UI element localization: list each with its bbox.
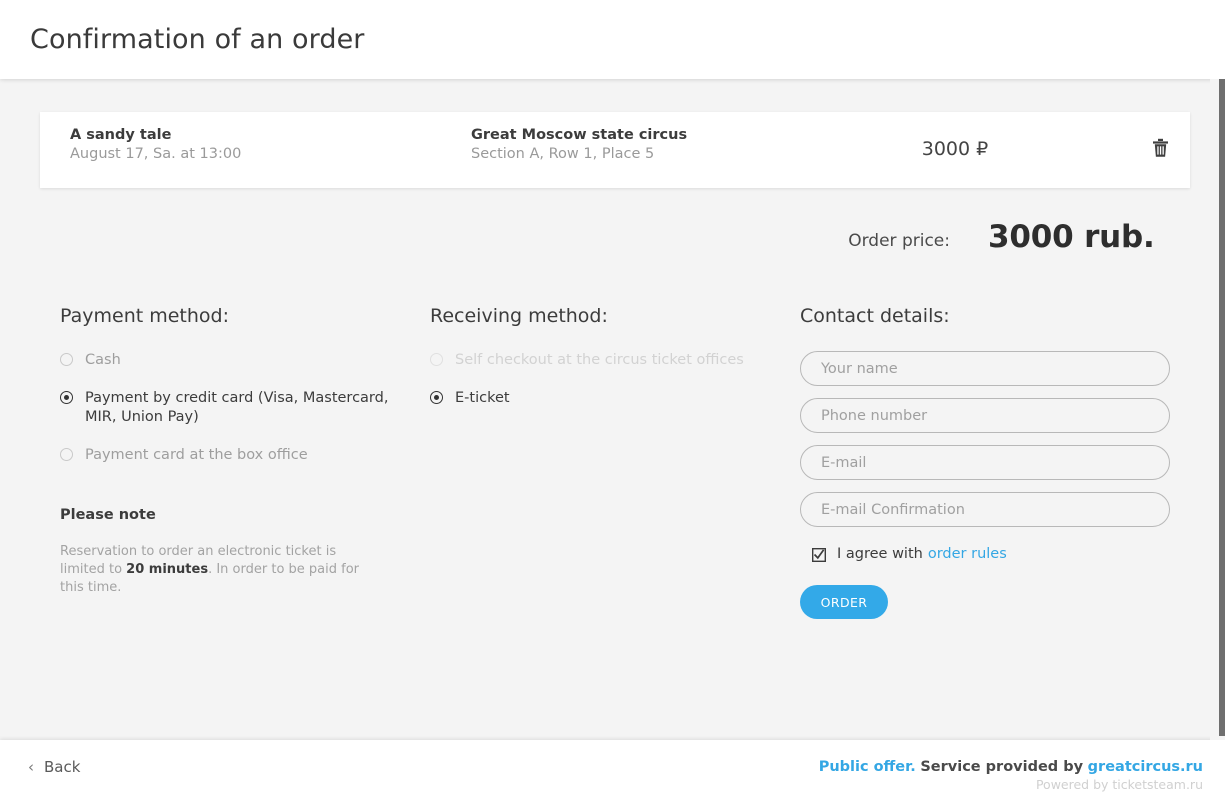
payment-option-label: Payment by credit card (Visa, Mastercard… (85, 390, 389, 425)
payment-option-label: Cash (85, 352, 121, 368)
agree-terms-row: I agree with order rules (811, 545, 1180, 564)
receiving-option-label: E-ticket (455, 390, 510, 406)
order-total-row: Order price: 3000 rub. (700, 219, 1190, 265)
agree-text: I agree with (837, 546, 923, 562)
receiving-option-self-checkout[interactable]: Self checkout at the circus ticket offic… (430, 351, 770, 370)
payment-option-label: Payment card at the box office (85, 447, 308, 463)
powered-by-text: Powered by ticketsteam.ru (1035, 777, 1203, 792)
back-button-label: Back (44, 758, 81, 776)
contact-details-section: Contact details: I agree with order rule… (800, 304, 1180, 619)
agree-checkbox[interactable] (811, 547, 827, 562)
please-note-block: Please note Reservation to order an elec… (60, 506, 390, 597)
radio-icon (60, 448, 73, 461)
vertical-scrollbar-track[interactable] (1210, 79, 1225, 740)
contact-details-heading: Contact details: (800, 305, 950, 327)
page-title: Confirmation of an order (30, 24, 365, 55)
email-input[interactable] (800, 445, 1170, 480)
radio-icon (60, 353, 73, 366)
payment-method-section: Payment method: Cash Payment by credit c… (60, 304, 390, 597)
payment-option-cash[interactable]: Cash (60, 351, 390, 370)
ticket-event-datetime: August 17, Sa. at 13:00 (70, 146, 242, 162)
vertical-scrollbar-thumb[interactable] (1219, 79, 1225, 736)
order-price-value: 3000 rub. (988, 219, 1155, 255)
radio-icon-selected (430, 391, 443, 404)
footer-service-text: Service provided by (920, 759, 1084, 775)
footer-service-line: Public offer. Service provided by greatc… (819, 758, 1203, 777)
ticket-seat-info: Section A, Row 1, Place 5 (471, 146, 655, 162)
payment-option-card-box-office[interactable]: Payment card at the box office (60, 446, 390, 465)
provider-link[interactable]: greatcircus.ru (1088, 759, 1203, 775)
radio-icon-selected (60, 391, 73, 404)
order-price-label: Order price: (848, 231, 950, 251)
your-name-input[interactable] (800, 351, 1170, 386)
order-submit-button[interactable]: ORDER (800, 585, 888, 619)
page-header: Confirmation of an order (0, 0, 1225, 79)
note-text-duration: 20 minutes (126, 562, 209, 577)
please-note-title: Please note (60, 507, 156, 523)
payment-option-credit-card[interactable]: Payment by credit card (Visa, Mastercard… (60, 389, 390, 427)
ticket-venue-info: Great Moscow state circus Section A, Row… (471, 126, 871, 164)
please-note-text: Reservation to order an electronic ticke… (60, 543, 360, 597)
receiving-method-section: Receiving method: Self checkout at the c… (430, 304, 770, 427)
chevron-left-icon: ‹ (28, 757, 34, 776)
public-offer-link[interactable]: Public offer. (819, 759, 916, 775)
ticket-price: 3000 ₽ (921, 138, 989, 160)
email-confirmation-input[interactable] (800, 492, 1170, 527)
ticket-row: A sandy tale August 17, Sa. at 13:00 Gre… (40, 112, 1190, 188)
order-rules-link[interactable]: order rules (928, 545, 1007, 564)
phone-number-input[interactable] (800, 398, 1170, 433)
payment-method-heading: Payment method: (60, 305, 229, 327)
ticket-event-info: A sandy tale August 17, Sa. at 13:00 (70, 126, 450, 164)
receiving-method-heading: Receiving method: (430, 305, 608, 327)
trash-icon (1135, 138, 1185, 158)
ticket-event-title: A sandy tale (70, 127, 172, 143)
radio-icon (430, 353, 443, 366)
back-button[interactable]: ‹ Back (28, 758, 80, 776)
receiving-option-label: Self checkout at the circus ticket offic… (455, 352, 744, 368)
footer-credits: Public offer. Service provided by greatc… (819, 758, 1203, 793)
main-content-scroll-area: A sandy tale August 17, Sa. at 13:00 Gre… (0, 79, 1225, 740)
page-footer: ‹ Back Public offer. Service provided by… (0, 740, 1225, 795)
receiving-option-eticket[interactable]: E-ticket (430, 389, 770, 408)
ticket-venue-title: Great Moscow state circus (471, 127, 688, 143)
ticket-delete-button[interactable] (1135, 136, 1185, 166)
